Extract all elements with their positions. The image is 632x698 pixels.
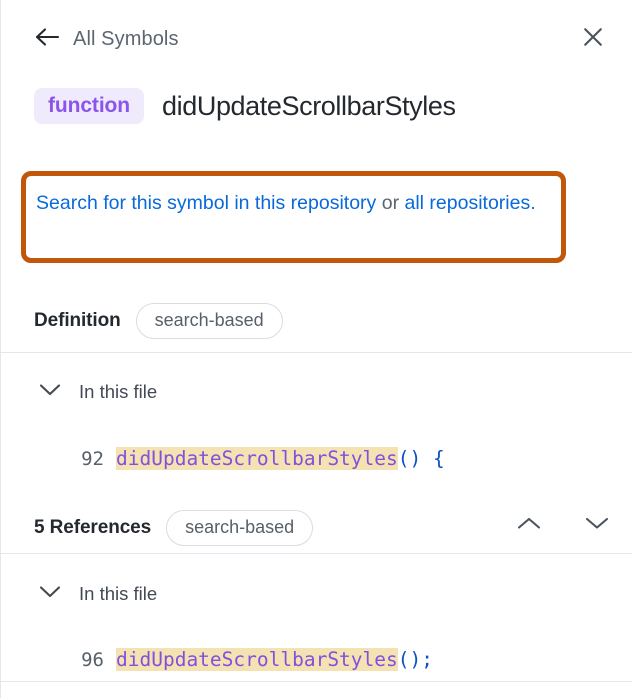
search-hint-repo-text: this repository [255,192,376,214]
search-hint-conjunction: or [376,192,404,214]
search-this-repository-link[interactable]: Search for this symbol in this repositor… [36,192,376,214]
references-in-this-file-toggle[interactable]: In this file [39,583,157,605]
references-source-chip[interactable]: search-based [166,510,313,546]
reference-code-trailing: (); [398,648,433,671]
previous-reference-button[interactable] [516,513,542,539]
search-all-repositories-link[interactable]: all repositories. [405,192,536,214]
next-reference-button[interactable] [584,513,610,539]
divider-references [1,553,632,554]
definition-in-this-file-toggle[interactable]: In this file [39,381,157,403]
chevron-down-icon [39,383,61,402]
references-group-label: In this file [79,583,157,605]
chevron-up-icon [517,516,541,536]
definition-code-line[interactable]: 92 didUpdateScrollbarStyles() { [1,447,445,470]
definition-symbol-match: didUpdateScrollbarStyles [116,447,398,470]
divider-bottom [1,681,632,682]
back-label: All Symbols [73,28,179,51]
references-nav-group [516,513,610,539]
close-icon [582,26,604,53]
divider-definition [1,352,632,353]
definition-source-chip[interactable]: search-based [136,303,283,339]
definition-line-number: 92 [1,448,104,470]
back-to-all-symbols-button[interactable]: All Symbols [34,27,179,52]
reference-code-line[interactable]: 96 didUpdateScrollbarStyles(); [1,648,433,671]
close-button[interactable] [579,25,607,53]
references-header: 5 References search-based [34,510,313,546]
panel-header: All Symbols [1,0,632,78]
page-title: didUpdateScrollbarStyles [162,91,456,122]
arrow-left-icon [34,27,60,52]
search-hint-all-text: all repositories [405,192,531,214]
search-hint-period: . [530,192,535,214]
definition-code-trailing: () { [398,447,445,470]
reference-symbol-match: didUpdateScrollbarStyles [116,648,398,671]
definition-code-body: didUpdateScrollbarStyles() { [116,447,445,470]
reference-code-body: didUpdateScrollbarStyles(); [116,648,433,671]
symbol-details-panel: All Symbols function didUpdateScrollbarS… [0,0,632,698]
search-hint: Search for this symbol in this repositor… [36,186,556,221]
search-hint-lead: Search for this symbol in [36,192,255,214]
chevron-down-icon [39,585,61,604]
definition-header: Definition search-based [34,303,283,339]
symbol-kind-badge: function [34,88,144,124]
reference-line-number: 96 [1,649,104,671]
symbol-title-row: function didUpdateScrollbarStyles [1,78,632,134]
chevron-down-icon [585,516,609,536]
references-count-label: 5 References [34,517,151,539]
definition-label: Definition [34,310,121,332]
definition-group-label: In this file [79,381,157,403]
